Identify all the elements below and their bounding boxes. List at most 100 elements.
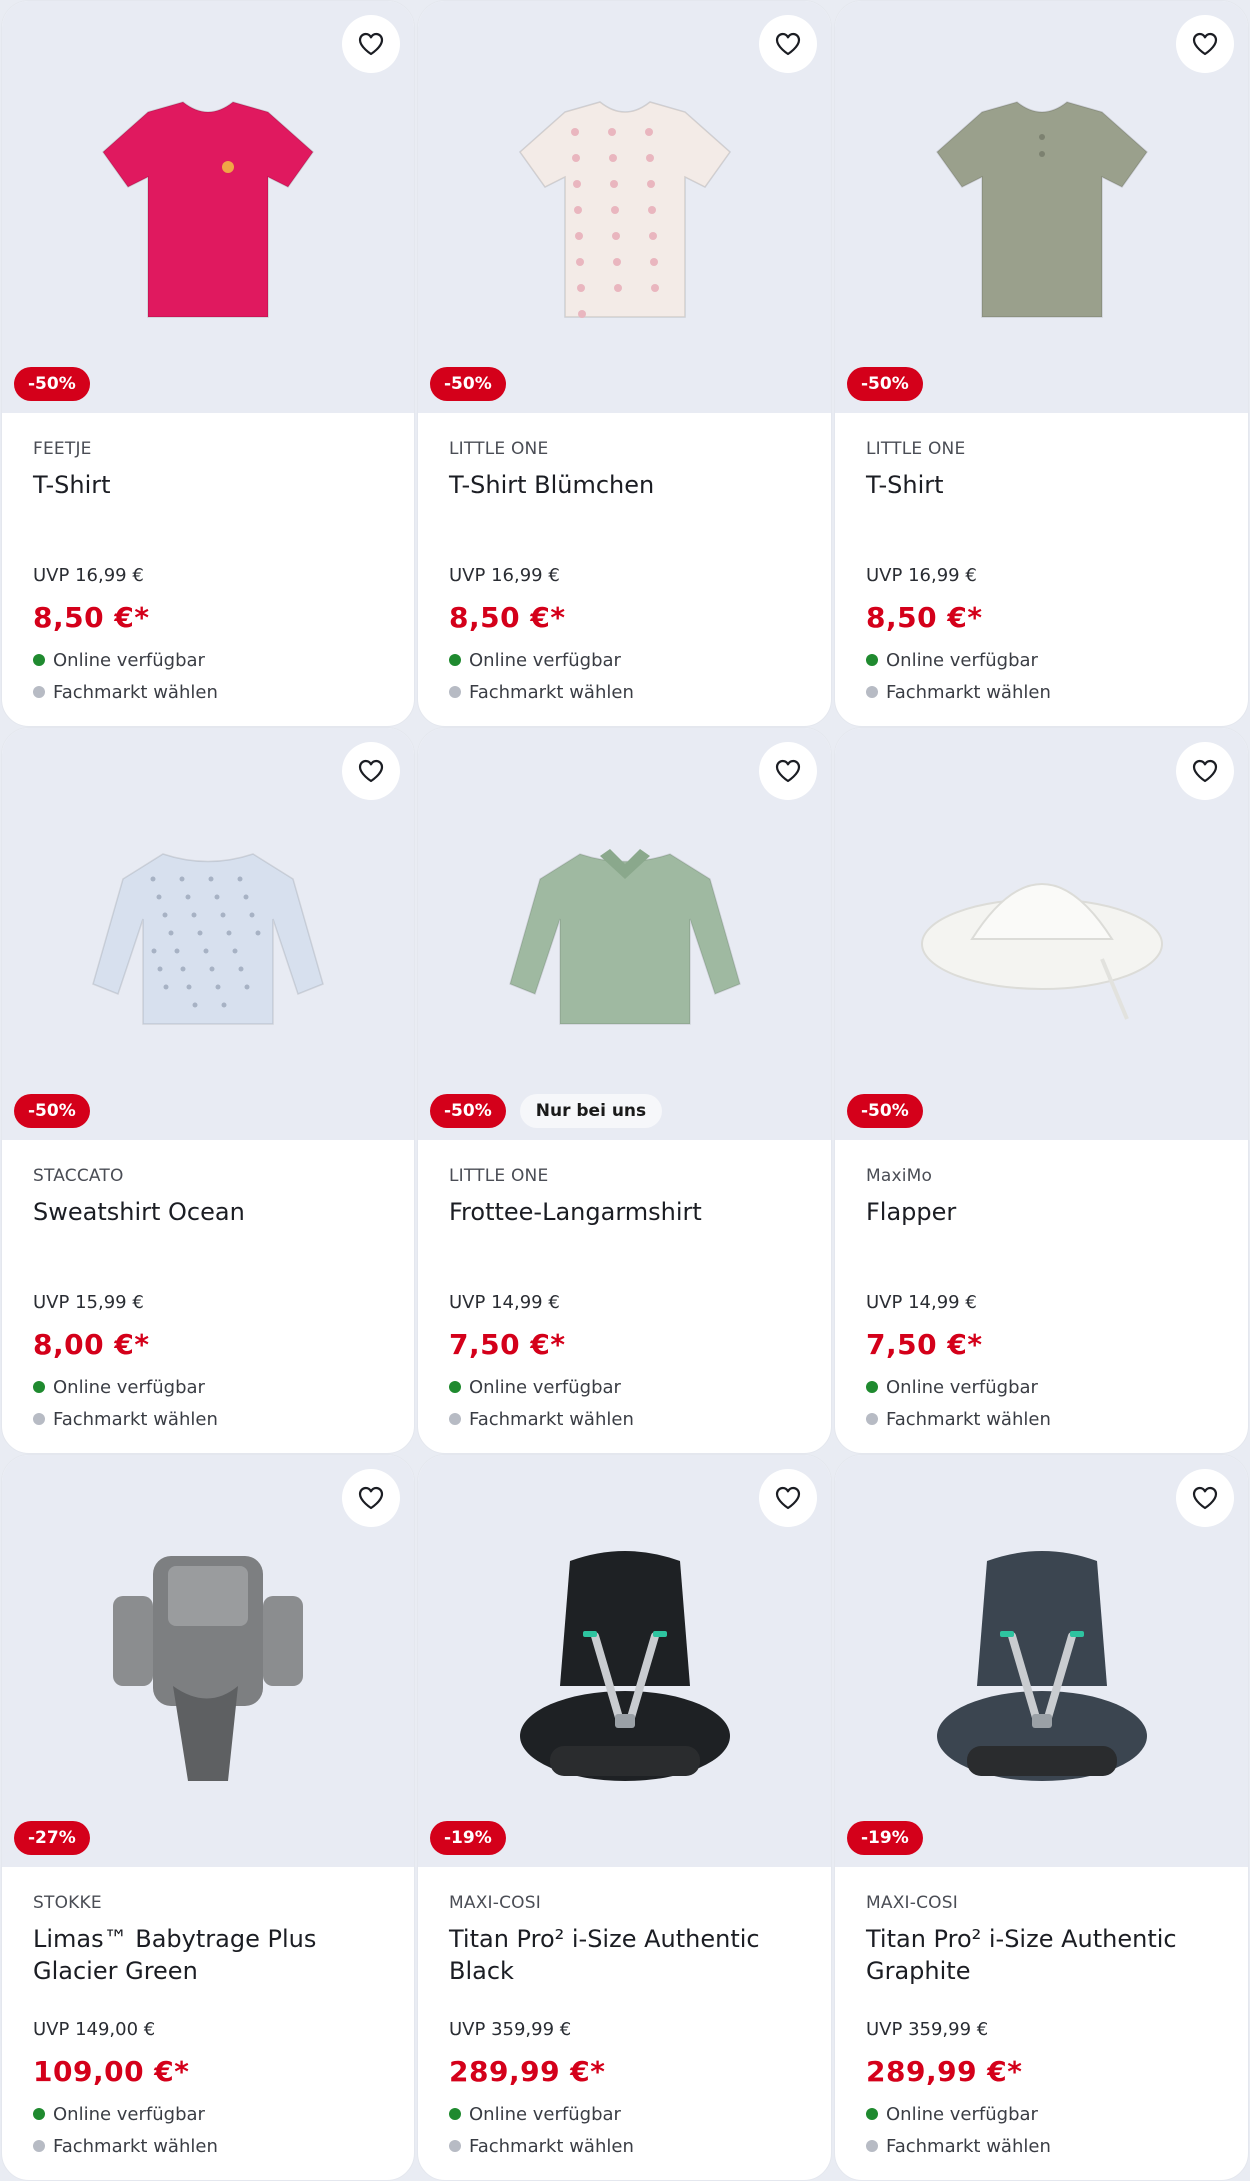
online-availability-label: Online verfügbar xyxy=(469,2103,621,2125)
product-name[interactable]: Limas™ Babytrage Plus Glacier Green xyxy=(33,1923,384,2019)
heart-icon xyxy=(1192,759,1218,783)
product-uvp: UVP 16,99 € xyxy=(449,565,560,586)
store-select-link[interactable]: Fachmarkt wählen xyxy=(866,677,1218,707)
product-image-area[interactable]: -19% xyxy=(835,1455,1248,1867)
product-brand: FEETJE xyxy=(33,439,92,459)
product-name[interactable]: Flapper xyxy=(866,1196,1218,1292)
product-image[interactable] xyxy=(495,809,755,1059)
product-price: 8,50 €* xyxy=(33,601,150,634)
product-image[interactable] xyxy=(78,809,338,1059)
product-info: LITTLE ONE Frottee-Langarmshirt UVP 14,9… xyxy=(418,1140,831,1434)
discount-badge: -27% xyxy=(14,1821,90,1855)
product-brand: MaxiMo xyxy=(866,1166,933,1186)
product-image-area[interactable]: -19% xyxy=(418,1455,831,1867)
product-card[interactable]: -50% LITTLE ONE T-Shirt Blümchen UVP 16,… xyxy=(417,0,832,727)
product-image-area[interactable]: -50% xyxy=(835,728,1248,1140)
store-select-label[interactable]: Fachmarkt wählen xyxy=(469,2136,634,2157)
product-price: 8,50 €* xyxy=(449,601,566,634)
badges: -50% xyxy=(430,367,506,401)
store-select-label[interactable]: Fachmarkt wählen xyxy=(886,2136,1051,2157)
online-availability: Online verfügbar xyxy=(866,2099,1218,2129)
store-dot-icon xyxy=(866,2140,878,2152)
available-dot-icon xyxy=(449,1381,461,1393)
product-name[interactable]: Frottee-Langarmshirt xyxy=(449,1196,801,1292)
heart-icon xyxy=(358,759,384,783)
store-select-link[interactable]: Fachmarkt wählen xyxy=(33,2131,384,2161)
product-card[interactable]: -50% LITTLE ONE T-Shirt UVP 16,99 € 8,50… xyxy=(834,0,1249,727)
product-name[interactable]: Titan Pro² i-Size Authentic Black xyxy=(449,1923,801,2019)
badges: -50% xyxy=(847,367,923,401)
store-dot-icon xyxy=(866,1413,878,1425)
online-availability-label: Online verfügbar xyxy=(886,1376,1038,1398)
product-card[interactable]: -50% STACCATO Sweatshirt Ocean UVP 15,99… xyxy=(1,727,415,1454)
product-image-area[interactable]: -50% xyxy=(835,1,1248,413)
store-dot-icon xyxy=(449,2140,461,2152)
wishlist-button[interactable] xyxy=(342,1469,400,1527)
product-image[interactable] xyxy=(912,1536,1172,1786)
store-select-link[interactable]: Fachmarkt wählen xyxy=(866,2131,1218,2161)
store-select-label[interactable]: Fachmarkt wählen xyxy=(53,682,218,703)
wishlist-button[interactable] xyxy=(1176,1469,1234,1527)
product-image-area[interactable]: -50% xyxy=(2,728,414,1140)
product-image-area[interactable]: -27% xyxy=(2,1455,414,1867)
product-illustration xyxy=(920,883,1163,1020)
product-image[interactable] xyxy=(495,82,755,332)
online-availability: Online verfügbar xyxy=(449,2099,801,2129)
product-price: 7,50 €* xyxy=(449,1328,566,1361)
heart-icon xyxy=(775,759,801,783)
product-name[interactable]: T-Shirt xyxy=(866,469,1218,565)
product-info: FEETJE T-Shirt UVP 16,99 € 8,50 €* Onlin… xyxy=(2,413,414,707)
product-card[interactable]: -50% MaxiMo Flapper UVP 14,99 € 7,50 €* … xyxy=(834,727,1249,1454)
store-select-link[interactable]: Fachmarkt wählen xyxy=(449,1404,801,1434)
product-image[interactable] xyxy=(78,82,338,332)
product-image-area[interactable]: -50% Nur bei uns xyxy=(418,728,831,1140)
product-image[interactable] xyxy=(912,82,1172,332)
online-availability-label: Online verfügbar xyxy=(53,649,205,671)
product-name[interactable]: Sweatshirt Ocean xyxy=(33,1196,384,1292)
wishlist-button[interactable] xyxy=(759,742,817,800)
product-card[interactable]: -19% MAXI-COSI Titan Pro² i-Size Authent… xyxy=(417,1454,832,2181)
store-select-label[interactable]: Fachmarkt wählen xyxy=(53,2136,218,2157)
wishlist-button[interactable] xyxy=(342,742,400,800)
product-illustration xyxy=(92,853,324,1025)
exclusive-badge: Nur bei uns xyxy=(519,1094,663,1128)
product-card[interactable]: -50% Nur bei uns LITTLE ONE Frottee-Lang… xyxy=(417,727,832,1454)
store-select-link[interactable]: Fachmarkt wählen xyxy=(866,1404,1218,1434)
product-uvp: UVP 16,99 € xyxy=(33,565,144,586)
online-availability: Online verfügbar xyxy=(33,1372,384,1402)
product-name[interactable]: T-Shirt xyxy=(33,469,384,565)
product-brand: LITTLE ONE xyxy=(449,1166,549,1186)
store-select-label[interactable]: Fachmarkt wählen xyxy=(53,1409,218,1430)
wishlist-button[interactable] xyxy=(759,15,817,73)
store-select-label[interactable]: Fachmarkt wählen xyxy=(886,1409,1051,1430)
wishlist-button[interactable] xyxy=(1176,742,1234,800)
product-image[interactable] xyxy=(495,1536,755,1786)
store-select-label[interactable]: Fachmarkt wählen xyxy=(886,682,1051,703)
product-info: LITTLE ONE T-Shirt Blümchen UVP 16,99 € … xyxy=(418,413,831,707)
store-select-label[interactable]: Fachmarkt wählen xyxy=(469,682,634,703)
product-card[interactable]: -27% STOKKE Limas™ Babytrage Plus Glacie… xyxy=(1,1454,415,2181)
product-name[interactable]: Titan Pro² i-Size Authentic Graphite xyxy=(866,1923,1218,2019)
product-uvp: UVP 359,99 € xyxy=(449,2019,572,2040)
product-image-area[interactable]: -50% xyxy=(2,1,414,413)
product-name[interactable]: T-Shirt Blümchen xyxy=(449,469,801,565)
badges: -27% xyxy=(14,1821,90,1855)
store-select-link[interactable]: Fachmarkt wählen xyxy=(449,677,801,707)
product-card[interactable]: -50% FEETJE T-Shirt UVP 16,99 € 8,50 €* … xyxy=(1,0,415,727)
product-image-area[interactable]: -50% xyxy=(418,1,831,413)
product-info: STOKKE Limas™ Babytrage Plus Glacier Gre… xyxy=(2,1867,414,2161)
product-card[interactable]: -19% MAXI-COSI Titan Pro² i-Size Authent… xyxy=(834,1454,1249,2181)
wishlist-button[interactable] xyxy=(1176,15,1234,73)
product-uvp: UVP 16,99 € xyxy=(866,565,977,586)
wishlist-button[interactable] xyxy=(759,1469,817,1527)
store-select-link[interactable]: Fachmarkt wählen xyxy=(449,2131,801,2161)
product-image[interactable] xyxy=(912,809,1172,1059)
product-image[interactable] xyxy=(78,1536,338,1786)
available-dot-icon xyxy=(449,654,461,666)
store-select-label[interactable]: Fachmarkt wählen xyxy=(469,1409,634,1430)
store-select-link[interactable]: Fachmarkt wählen xyxy=(33,1404,384,1434)
heart-icon xyxy=(1192,32,1218,56)
store-select-link[interactable]: Fachmarkt wählen xyxy=(33,677,384,707)
badges: -19% xyxy=(847,1821,923,1855)
wishlist-button[interactable] xyxy=(342,15,400,73)
